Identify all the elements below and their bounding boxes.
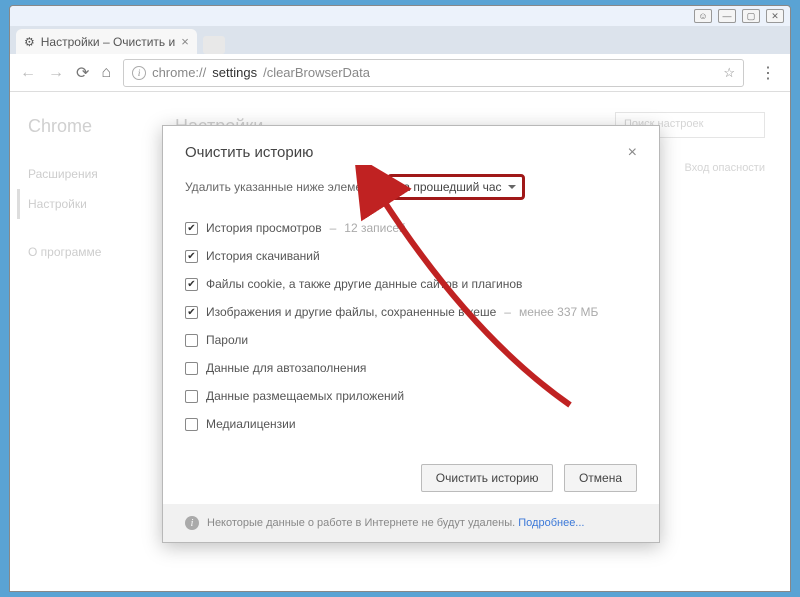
titlebar: ☺ — ▢ ✕ bbox=[10, 6, 790, 26]
checkbox[interactable] bbox=[185, 222, 198, 235]
site-info-icon[interactable]: i bbox=[132, 66, 146, 80]
checkbox-suffix: 12 записей bbox=[344, 221, 405, 235]
home-icon[interactable]: ⌂ bbox=[101, 64, 111, 82]
dialog-prompt: Удалить указанные ниже элементы bbox=[185, 180, 383, 194]
checkbox[interactable] bbox=[185, 418, 198, 431]
checkbox-label: Изображения и другие файлы, сохраненные … bbox=[206, 305, 496, 319]
footer-text: Некоторые данные о работе в Интернете не… bbox=[207, 517, 515, 529]
checkbox-row: Пароли bbox=[185, 326, 637, 354]
close-tab-icon[interactable]: × bbox=[181, 34, 189, 49]
url-scheme: chrome:// bbox=[152, 65, 206, 80]
tab-settings[interactable]: ⚙ Настройки – Очистить и × bbox=[16, 29, 197, 54]
url-path: /clearBrowserData bbox=[263, 65, 370, 80]
nav-bar: ← → ⟳ ⌂ i chrome:// settings/clearBrowser… bbox=[10, 54, 790, 92]
checkbox-label: История просмотров bbox=[206, 221, 322, 235]
checkbox[interactable] bbox=[185, 334, 198, 347]
clear-history-dialog: Очистить историю × Удалить указанные ниж… bbox=[162, 125, 660, 543]
maximize-button[interactable]: ▢ bbox=[742, 9, 760, 23]
user-button[interactable]: ☺ bbox=[694, 9, 712, 23]
checkbox[interactable] bbox=[185, 306, 198, 319]
checkbox-row: История просмотров – 12 записей bbox=[185, 214, 637, 242]
checkbox-suffix: менее 337 МБ bbox=[519, 305, 598, 319]
checkbox[interactable] bbox=[185, 250, 198, 263]
checkbox-label: Данные размещаемых приложений bbox=[206, 389, 404, 403]
checkbox[interactable] bbox=[185, 278, 198, 291]
url-host: settings bbox=[212, 65, 257, 80]
checkbox-label: Пароли bbox=[206, 333, 248, 347]
new-tab-button[interactable] bbox=[203, 36, 225, 54]
sidebar-item-about[interactable]: О программе bbox=[28, 237, 175, 267]
sidebar-title: Chrome bbox=[28, 116, 175, 137]
cancel-button[interactable]: Отмена bbox=[564, 464, 637, 492]
checkbox-label: Данные для автозаполнения bbox=[206, 361, 366, 375]
dialog-close-icon[interactable]: × bbox=[628, 144, 637, 162]
sidebar-item-settings[interactable]: Настройки bbox=[17, 189, 175, 219]
sidebar-item-extensions[interactable]: Расширения bbox=[28, 159, 175, 189]
checkbox-row: Данные для автозаполнения bbox=[185, 354, 637, 382]
checkbox[interactable] bbox=[185, 390, 198, 403]
gear-icon: ⚙ bbox=[24, 35, 35, 49]
checkbox-row: История скачиваний bbox=[185, 242, 637, 270]
sidebar: Chrome Расширения Настройки О программе bbox=[10, 92, 175, 591]
checkbox-row: Файлы cookie, а также другие данные сайт… bbox=[185, 270, 637, 298]
checkbox-row: Данные размещаемых приложений bbox=[185, 382, 637, 410]
checkbox-row: Изображения и другие файлы, сохраненные … bbox=[185, 298, 637, 326]
minimize-button[interactable]: — bbox=[718, 9, 736, 23]
menu-icon[interactable]: ⋮ bbox=[756, 63, 780, 83]
time-range-select[interactable]: за прошедший час bbox=[387, 174, 525, 200]
forward-icon: → bbox=[48, 64, 64, 82]
close-window-button[interactable]: ✕ bbox=[766, 9, 784, 23]
back-icon: ← bbox=[20, 64, 36, 82]
checkbox-row: Медиалицензии bbox=[185, 410, 637, 438]
checkbox[interactable] bbox=[185, 362, 198, 375]
checkbox-label: Медиалицензии bbox=[206, 417, 296, 431]
tab-bar: ⚙ Настройки – Очистить и × bbox=[10, 26, 790, 54]
reload-icon[interactable]: ⟳ bbox=[76, 63, 89, 83]
address-bar[interactable]: i chrome:// settings/clearBrowserData ☆ bbox=[123, 59, 744, 87]
dialog-title: Очистить историю bbox=[185, 144, 313, 161]
checkbox-label: История скачиваний bbox=[206, 249, 320, 263]
tab-title: Настройки – Очистить и bbox=[41, 35, 175, 49]
checkbox-label: Файлы cookie, а также другие данные сайт… bbox=[206, 277, 522, 291]
bookmark-star-icon[interactable]: ☆ bbox=[723, 65, 735, 81]
dialog-footer: i Некоторые данные о работе в Интернете … bbox=[163, 504, 659, 542]
info-icon: i bbox=[185, 516, 199, 530]
section-heading: Вход опасности bbox=[684, 162, 765, 174]
footer-link[interactable]: Подробнее... bbox=[518, 517, 584, 529]
clear-button[interactable]: Очистить историю bbox=[421, 464, 554, 492]
